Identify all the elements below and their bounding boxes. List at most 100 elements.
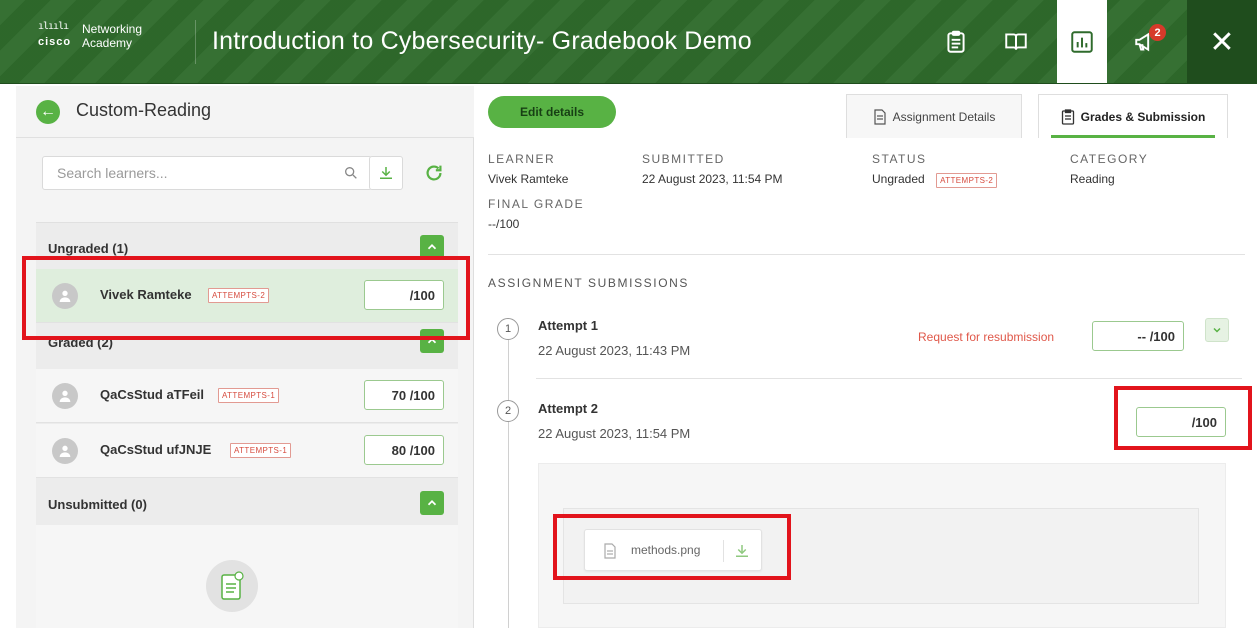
attempt-number: 2 — [497, 400, 519, 422]
tab-label: Assignment Details — [892, 109, 996, 124]
final-grade-value: --/100 — [488, 217, 520, 231]
request-resubmission-link[interactable]: Request for resubmission — [918, 330, 1054, 344]
file-name: methods.png — [631, 543, 701, 557]
assignment-title: Custom-Reading — [76, 100, 212, 120]
collapse-graded-button[interactable] — [420, 329, 444, 353]
attempts-badge: ATTEMPTS-1 — [230, 443, 292, 458]
grade-input[interactable]: /100 — [364, 280, 444, 310]
header-divider — [195, 20, 196, 64]
info-key: CATEGORY — [1070, 152, 1149, 166]
document-icon — [221, 571, 244, 600]
grade-input[interactable]: 80 /100 — [364, 435, 444, 465]
info-key: STATUS — [872, 152, 927, 166]
tab-grades-submission[interactable]: Grades & Submission — [1038, 94, 1228, 138]
logo-line2: Academy — [82, 36, 133, 50]
submission-info: LEARNER Vivek Ramteke FINAL GRADE --/100… — [488, 152, 1248, 252]
download-icon[interactable] — [733, 542, 751, 560]
learner-row[interactable]: QaCsStud aTFeil ATTEMPTS-1 70 /100 — [36, 369, 458, 423]
submission-panel: methods.png — [538, 463, 1226, 628]
file-icon — [604, 543, 616, 559]
attempt-grade-input[interactable]: /100 — [1136, 407, 1226, 437]
expand-attempt-button[interactable] — [1205, 318, 1229, 342]
group-unsubmitted: Unsubmitted (0) — [36, 485, 458, 523]
group-label: Graded (2) — [48, 335, 114, 350]
empty-document-illustration — [206, 560, 258, 612]
logo-line1: Networking — [82, 22, 143, 36]
attempt-title: Attempt 2 — [538, 401, 598, 416]
attempt-title: Attempt 1 — [538, 318, 598, 333]
refresh-icon — [426, 165, 442, 181]
learner-name: QaCsStud ufJNJE — [100, 442, 212, 457]
submitted-date-value: 22 August 2023, 11:54 PM — [642, 172, 783, 186]
megaphone-icon[interactable]: 2 — [1122, 18, 1170, 66]
book-icon[interactable] — [992, 18, 1040, 66]
edit-details-button[interactable]: Edit details — [488, 96, 616, 128]
timeline-line — [508, 340, 509, 628]
user-icon — [59, 390, 71, 402]
learner-row[interactable]: QaCsStud ufJNJE ATTEMPTS-1 80 /100 — [36, 424, 458, 478]
search-icon — [345, 167, 357, 179]
divider — [488, 254, 1245, 255]
avatar — [52, 383, 78, 409]
submissions-heading: ASSIGNMENT SUBMISSIONS — [488, 276, 690, 290]
close-button[interactable]: ✕ — [1187, 0, 1257, 83]
info-key: SUBMITTED — [642, 152, 725, 166]
notification-badge: 2 — [1149, 24, 1166, 41]
learner-row[interactable]: Vivek Ramteke ATTEMPTS-2 /100 — [36, 269, 458, 323]
search-learners-input[interactable] — [43, 157, 313, 189]
category-value: Reading — [1070, 172, 1115, 186]
tab-assignment-details[interactable]: Assignment Details — [846, 94, 1022, 138]
avatar — [52, 283, 78, 309]
learners-panel: Ungraded (1) Vivek Ramteke ATTEMPTS-2 /1… — [16, 138, 474, 628]
submission-files-area: methods.png — [563, 508, 1199, 604]
tab-label: Grades & Submission — [1080, 109, 1206, 124]
grade-input[interactable]: 70 /100 — [364, 380, 444, 410]
chevron-down-icon — [1213, 327, 1221, 333]
clipboard-icon — [1061, 108, 1074, 125]
attempts-badge: ATTEMPTS-2 — [936, 173, 998, 188]
final-grade-info: FINAL GRADE --/100 — [488, 197, 584, 231]
document-icon — [874, 108, 886, 125]
submitted-info: SUBMITTED 22 August 2023, 11:54 PM — [642, 152, 783, 186]
attempts-badge: ATTEMPTS-2 — [208, 288, 270, 303]
clipboard-icon[interactable] — [932, 18, 980, 66]
chevron-up-icon — [427, 500, 437, 506]
back-button[interactable]: ← — [36, 100, 60, 124]
gradebook-chart-icon[interactable] — [1057, 0, 1107, 83]
assignment-title-bar: ← Custom-Reading — [16, 86, 474, 138]
status-text: Ungraded — [872, 172, 925, 186]
logo-brand-text: cisco — [38, 36, 72, 48]
attempt-date: 22 August 2023, 11:54 PM — [538, 426, 691, 441]
attempt-date: 22 August 2023, 11:43 PM — [538, 343, 691, 358]
learner-name: Vivek Ramteke — [100, 287, 192, 302]
avatar — [52, 438, 78, 464]
download-grades-button[interactable] — [369, 156, 403, 190]
refresh-button[interactable] — [421, 160, 447, 186]
divider — [723, 540, 724, 562]
status-info: STATUS Ungraded ATTEMPTS-2 — [872, 152, 998, 188]
learner-name: QaCsStud aTFeil — [100, 387, 205, 402]
group-ungraded: Ungraded (1) — [36, 229, 458, 267]
cisco-networking-academy-logo[interactable]: ılıılı cisco Networking Academy — [38, 22, 188, 62]
info-key: LEARNER — [488, 152, 556, 166]
category-info: CATEGORY Reading — [1070, 152, 1148, 186]
user-icon — [59, 445, 71, 457]
attempts-badge: ATTEMPTS-1 — [218, 388, 280, 403]
app-header: ılıılı cisco Networking Academy Introduc… — [0, 0, 1257, 84]
learner-name-value: Vivek Ramteke — [488, 172, 569, 186]
attempt-number: 1 — [497, 318, 519, 340]
user-icon — [59, 290, 71, 302]
collapse-ungraded-button[interactable] — [420, 235, 444, 259]
chevron-up-icon — [427, 244, 437, 250]
course-title: Introduction to Cybersecurity- Gradebook… — [212, 27, 752, 55]
group-graded: Graded (2) — [36, 323, 458, 361]
info-key: FINAL GRADE — [488, 197, 585, 211]
status-value: Ungraded ATTEMPTS-2 — [872, 172, 998, 188]
learner-info: LEARNER Vivek Ramteke — [488, 152, 568, 186]
group-label: Ungraded (1) — [48, 241, 129, 256]
attempt-grade-input[interactable]: -- /100 — [1092, 321, 1184, 351]
group-label: Unsubmitted (0) — [48, 497, 147, 512]
collapse-unsubmitted-button[interactable] — [420, 491, 444, 515]
file-attachment[interactable]: methods.png — [584, 529, 762, 571]
chevron-up-icon — [427, 338, 437, 344]
